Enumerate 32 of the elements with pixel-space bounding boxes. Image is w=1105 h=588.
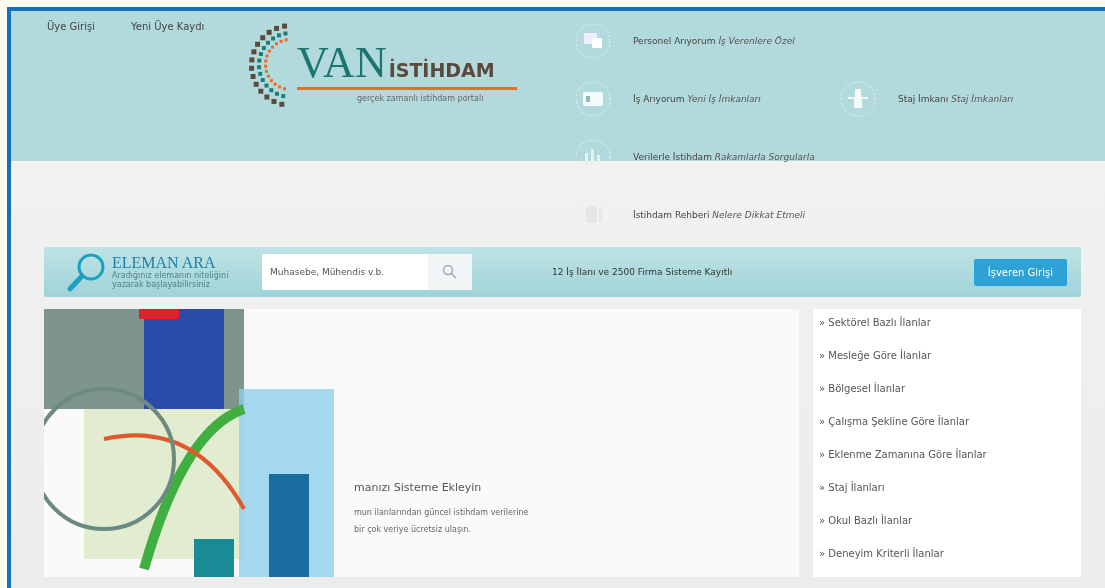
category-link[interactable]: » Staj İlanları <box>819 478 1081 511</box>
banner-text: bir çok veriye ücretsiz ulaşın. <box>354 524 472 536</box>
logo-main: VAN <box>297 41 387 85</box>
stats-text: 12 İş İlanı ve 2500 Firma Sisteme Kayıtlı <box>552 267 734 277</box>
dots-arc-icon <box>247 21 291 109</box>
category-link[interactable]: » Bölgesel İlanlar <box>819 379 1081 412</box>
search-button[interactable] <box>428 254 472 290</box>
nav-link[interactable]: İstihdam Rehberi Nelere Dikkat Etmeli <box>575 195 840 235</box>
nav-link[interactable]: Staj İmkanı Staj İmkanları <box>840 79 1060 119</box>
category-link[interactable]: » Sektörel Bazlı İlanlar <box>819 313 1081 346</box>
search-hint: Aradığınız elemanın niteliğini yazarak başlayabilirsiniz <box>112 270 230 290</box>
nav-link[interactable]: Personel Arıyorum İş Verenlere Özel <box>575 21 840 61</box>
category-link[interactable]: » Okul Bazlı İlanlar <box>819 511 1081 544</box>
site-logo[interactable]: VAN İSTİHDAM gerçek zamanlı istihdam portalı <box>247 13 517 123</box>
banner-title: manızı Sisteme Ekleyin <box>354 481 483 494</box>
devices-icon <box>575 23 611 59</box>
logo-tagline: gerçek zamanlı istihdam portalı <box>357 94 485 103</box>
bar-chart-icon <box>575 139 611 175</box>
category-link[interactable]: » Eklenme Zamanına Göre İlanlar <box>819 445 1081 478</box>
category-link[interactable]: » Çalışma Şekline Göre İlanlar <box>819 412 1081 445</box>
top-link[interactable]: Üye Girişi <box>47 21 95 35</box>
banner-text: mun ilanlarından güncel istihdam verilerine <box>354 507 529 519</box>
search-field[interactable]: Muhasebe, Mühendis v.b. <box>262 254 428 290</box>
top-link[interactable]: Yeni Üye Kaydı <box>131 21 205 35</box>
nav-link[interactable]: İş Arıyorum Yeni İş İmkanları <box>575 79 840 119</box>
category-link[interactable]: » Mesleğe Göre İlanlar <box>819 346 1081 379</box>
nav-link[interactable]: Verilerle İstihdam Rakamlarla Sorgularla <box>575 137 840 177</box>
search-title: ELEMAN ARA <box>112 254 217 271</box>
category-link[interactable]: » Deneyim Kriterli İlanlar <box>819 544 1081 577</box>
search-icon <box>442 264 458 280</box>
id-card-icon <box>575 81 611 117</box>
logo-suffix: İSTİHDAM <box>388 59 495 81</box>
